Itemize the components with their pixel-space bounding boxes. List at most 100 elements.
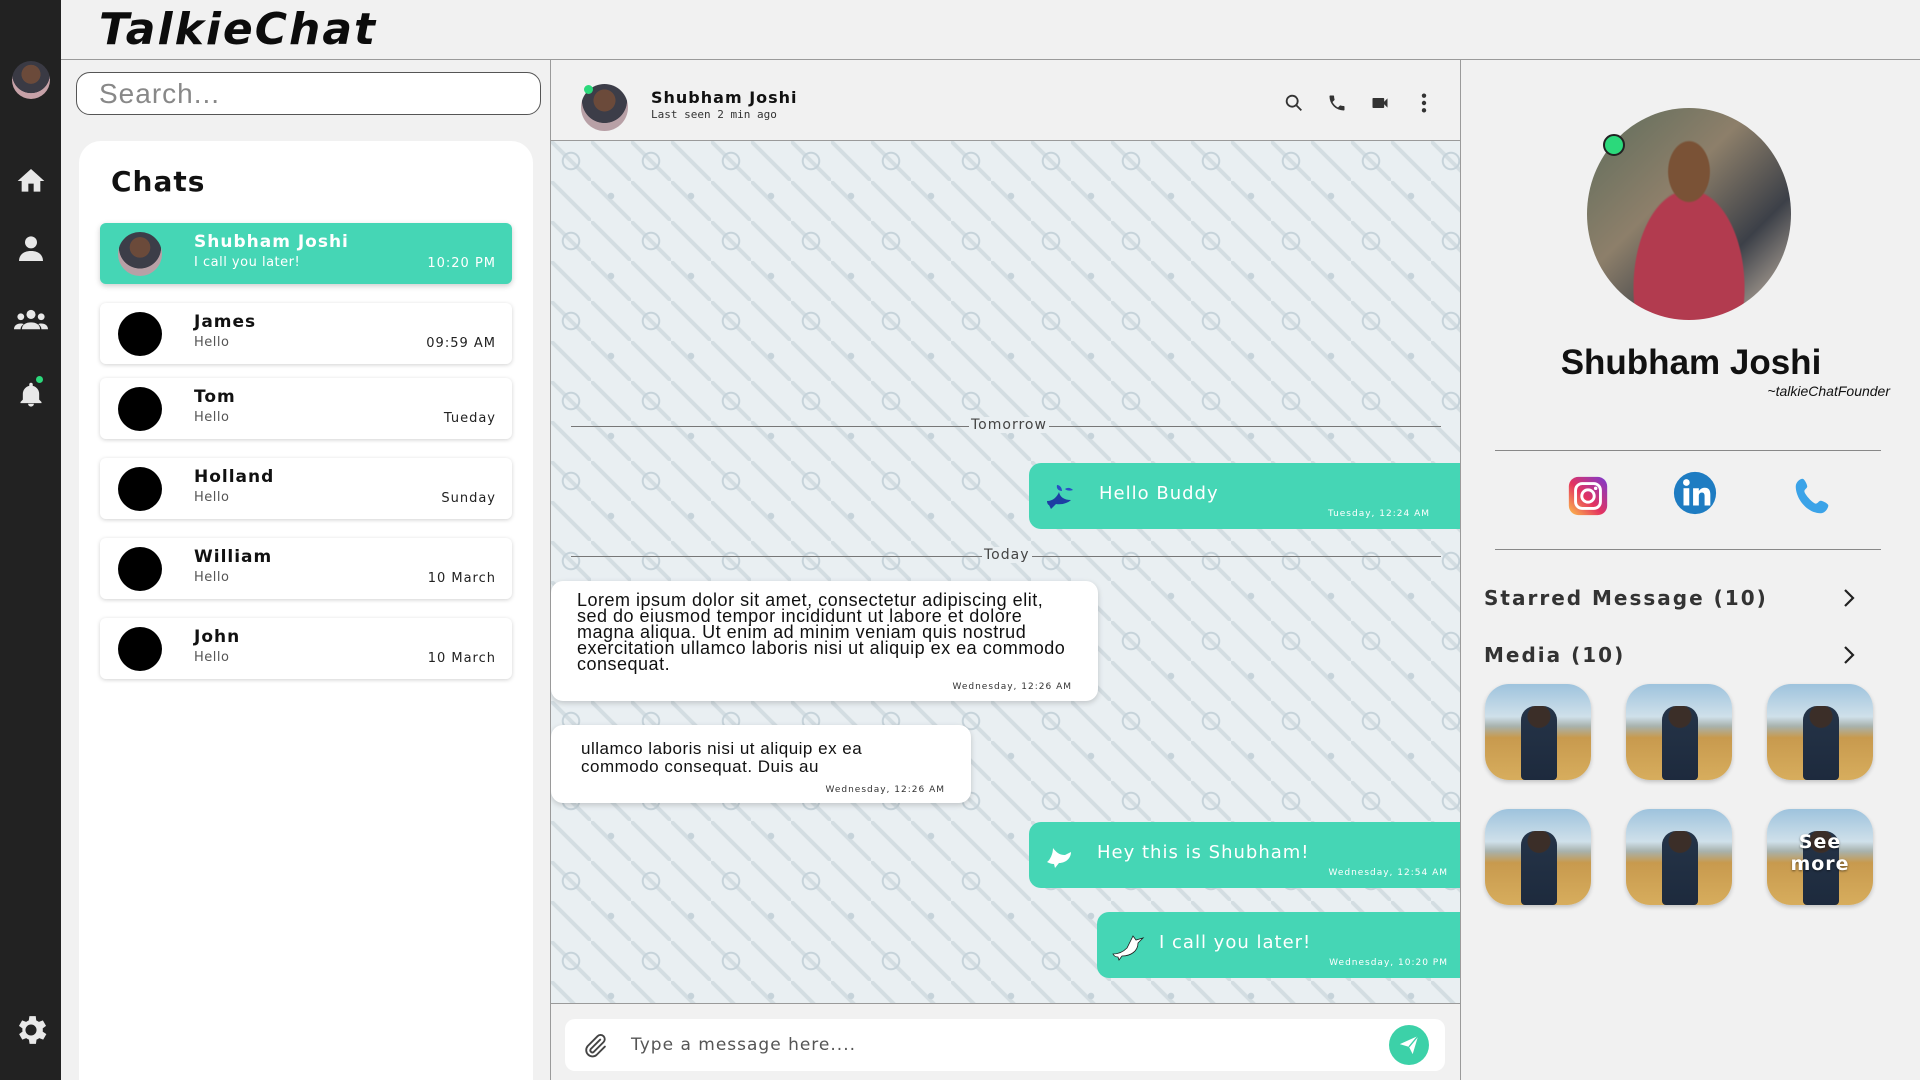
- chevron-right-icon[interactable]: [1842, 645, 1856, 665]
- chat-time: Tueday: [443, 411, 496, 426]
- chat-name: James: [194, 312, 257, 332]
- search-input[interactable]: Search...: [76, 72, 541, 115]
- bell-icon[interactable]: [0, 375, 61, 415]
- message-outgoing[interactable]: Hey this is Shubham! Wednesday, 12:54 AM: [1029, 822, 1460, 888]
- media-thumbnail[interactable]: [1485, 684, 1591, 780]
- avatar: [118, 232, 162, 276]
- contact-name: Shubham Joshi: [651, 88, 798, 107]
- chat-item-william[interactable]: William Hello 10 March: [100, 538, 512, 599]
- avatar: [118, 312, 162, 356]
- send-button[interactable]: [1389, 1025, 1429, 1065]
- message-time: Wednesday, 12:26 AM: [825, 785, 945, 795]
- media-link[interactable]: Media (10): [1484, 643, 1625, 667]
- bird-avatar-icon: [1047, 485, 1073, 509]
- chats-heading: Chats: [111, 165, 206, 198]
- media-thumbnail[interactable]: [1485, 809, 1591, 905]
- see-more-media-button[interactable]: See more: [1767, 809, 1873, 905]
- video-call-icon[interactable]: [1367, 90, 1393, 116]
- chats-panel: Chats Shubham Joshi I call you later! 10…: [79, 141, 533, 1080]
- chat-name: John: [194, 627, 241, 647]
- see-more-line-2: more: [1790, 853, 1850, 875]
- chat-name: William: [194, 547, 273, 567]
- online-indicator: [1603, 134, 1625, 156]
- top-bar: TalkieChat: [61, 0, 1920, 60]
- message-incoming[interactable]: Lorem ipsum dolor sit amet, consectetur …: [551, 581, 1098, 701]
- app-title: TalkieChat: [99, 4, 378, 55]
- chat-time: 10:20 PM: [427, 256, 496, 271]
- group-icon[interactable]: [0, 299, 61, 339]
- user-icon[interactable]: [0, 229, 61, 269]
- starred-messages-link[interactable]: Starred Message (10): [1484, 586, 1768, 610]
- message-text: Hello Buddy: [1099, 483, 1219, 504]
- chat-item-tom[interactable]: Tom Hello Tueday: [100, 378, 512, 439]
- online-indicator: [584, 85, 593, 94]
- media-thumbnail[interactable]: [1626, 684, 1732, 780]
- chat-item-holland[interactable]: Holland Hello Sunday: [100, 458, 512, 519]
- chat-item-james[interactable]: James Hello 09:59 AM: [100, 303, 512, 364]
- chat-last-message: Hello: [194, 410, 230, 425]
- composer-bar: Type a message here....: [551, 1003, 1460, 1080]
- message-outgoing[interactable]: I call you later! Wednesday, 10:20 PM: [1097, 912, 1460, 978]
- home-icon[interactable]: [0, 161, 61, 201]
- search-icon[interactable]: [1281, 90, 1307, 116]
- media-thumbnail[interactable]: [1626, 809, 1732, 905]
- conversation-panel: Shubham Joshi Last seen 2 min ago Tomorr…: [550, 60, 1461, 1080]
- instagram-icon[interactable]: [1565, 473, 1611, 519]
- date-label-today: Today: [982, 547, 1032, 563]
- chat-name: Tom: [194, 387, 236, 407]
- message-time: Tuesday, 12:24 AM: [1327, 509, 1430, 519]
- message-incoming[interactable]: ullamco laboris nisi ut aliquip ex ea co…: [551, 725, 971, 803]
- chat-last-message: Hello: [194, 650, 230, 665]
- message-time: Wednesday, 12:26 AM: [952, 682, 1072, 692]
- bird-avatar-icon: [1112, 935, 1145, 961]
- message-area[interactable]: Tomorrow Hello Buddy Tuesday, 12:24 AM T…: [551, 141, 1460, 1003]
- settings-gear-icon[interactable]: [0, 1010, 61, 1050]
- message-input[interactable]: Type a message here....: [565, 1019, 1445, 1071]
- see-more-line-1: See: [1798, 831, 1842, 853]
- avatar: [118, 387, 162, 431]
- more-options-icon[interactable]: [1411, 90, 1437, 116]
- chat-item-john[interactable]: John Hello 10 March: [100, 618, 512, 679]
- message-input-placeholder: Type a message here....: [631, 1035, 856, 1055]
- chat-last-message: Hello: [194, 335, 230, 350]
- profile-tagline: ~talkieChatFounder: [1767, 383, 1890, 399]
- message-text: Lorem ipsum dolor sit amet, consectetur …: [577, 590, 1066, 674]
- divider: [1495, 450, 1881, 451]
- avatar: [118, 627, 162, 671]
- message-time: Wednesday, 10:20 PM: [1329, 958, 1448, 968]
- chat-name: Holland: [194, 467, 275, 487]
- date-label-tomorrow: Tomorrow: [969, 417, 1049, 433]
- profile-name: Shubham Joshi: [1560, 343, 1822, 382]
- message-outgoing[interactable]: Hello Buddy Tuesday, 12:24 AM: [1029, 463, 1460, 529]
- attachment-clip-icon[interactable]: [581, 1032, 609, 1060]
- last-seen-status: Last seen 2 min ago: [651, 108, 777, 121]
- chat-time: 10 March: [427, 651, 496, 666]
- chat-name: Shubham Joshi: [194, 232, 349, 252]
- see-more-label: See more: [1767, 831, 1873, 875]
- profile-panel: Shubham Joshi ~talkieChatFounder Starred…: [1462, 60, 1920, 1080]
- phone-call-icon[interactable]: [1790, 473, 1836, 519]
- chat-last-message: Hello: [194, 570, 230, 585]
- user-avatar[interactable]: [12, 61, 50, 99]
- phone-icon[interactable]: [1324, 90, 1350, 116]
- conversation-header: Shubham Joshi Last seen 2 min ago: [551, 60, 1460, 141]
- send-icon: [1399, 1035, 1419, 1055]
- avatar: [118, 467, 162, 511]
- message-time: Wednesday, 12:54 AM: [1328, 868, 1448, 878]
- message-text: ullamco laboris nisi ut aliquip ex ea co…: [581, 739, 863, 776]
- notification-dot: [36, 376, 43, 383]
- bird-avatar-icon: [1047, 848, 1071, 868]
- avatar: [118, 547, 162, 591]
- message-text: Hey this is Shubham!: [1097, 842, 1310, 863]
- chat-last-message: Hello: [194, 490, 230, 505]
- chat-time: 10 March: [427, 571, 496, 586]
- chevron-right-icon[interactable]: [1842, 588, 1856, 608]
- chat-item-shubham-joshi[interactable]: Shubham Joshi I call you later! 10:20 PM: [100, 223, 512, 284]
- chat-last-message: I call you later!: [194, 255, 301, 270]
- left-nav-rail: [0, 0, 61, 1080]
- media-thumbnail[interactable]: [1767, 684, 1873, 780]
- message-text: I call you later!: [1159, 932, 1312, 953]
- chat-time: Sunday: [441, 491, 496, 506]
- linkedin-icon[interactable]: [1672, 470, 1718, 516]
- chat-time: 09:59 AM: [426, 336, 496, 351]
